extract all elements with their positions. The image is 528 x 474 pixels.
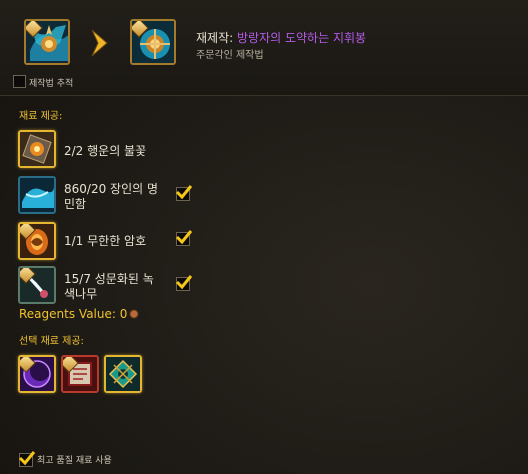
reagent-4-checkbox[interactable] [175,275,193,291]
artisans-acuity-icon[interactable] [18,176,56,214]
track-recipe-label: 제작법 추적 [29,79,74,89]
reagents-value-label: Reagents Value: 0 [19,307,128,321]
recipe-title: 재제작: 방랑자의 도약하는 지휘봉 [196,29,366,46]
reagent-2-label-line2: 민함 [64,197,87,211]
item-name-link[interactable]: 방랑자의 도약하는 지휘봉 [237,31,366,45]
recipe-header: 재제작: 방랑자의 도약하는 지휘봉 주문각인 제작법 제작법 추적 [0,0,528,96]
recast-label: 재제작: [196,31,234,45]
codified-greenwood-icon[interactable] [18,266,56,304]
track-recipe-checkbox[interactable] [13,75,26,88]
reagent-3-checkbox[interactable] [175,230,193,246]
best-quality-label: 최고 품질 재료 사용 [37,456,112,466]
scroll-missive-icon[interactable] [61,355,99,393]
chevron-right-icon [91,29,108,57]
recipe-subtitle: 주문각인 제작법 [196,50,264,61]
staff-result-icon[interactable] [130,19,176,65]
reagent-2-checkbox[interactable] [175,185,193,201]
reagent-3-label: 1/1 무한한 암호 [64,234,147,248]
reagent-1-label: 2/2 행운의 불꽃 [64,144,147,158]
reagent-4-label-line2: 색나무 [64,287,98,301]
rune-crafting-icon[interactable] [24,19,70,65]
optional-section-label: 선택 재료 제공: [19,336,84,347]
crafting-panel: 재제작: 방랑자의 도약하는 지휘봉 주문각인 제작법 제작법 추적 재료 제공… [0,0,528,474]
awakened-spark-icon[interactable] [18,130,56,168]
copper-coin-icon [129,309,139,319]
best-quality-checkbox[interactable] [18,451,36,467]
infinite-cipher-icon[interactable] [18,222,56,260]
crescent-embellishment-icon[interactable] [18,355,56,393]
teal-rune-icon[interactable] [104,355,142,393]
reagents-section-label: 재료 제공: [19,111,63,122]
